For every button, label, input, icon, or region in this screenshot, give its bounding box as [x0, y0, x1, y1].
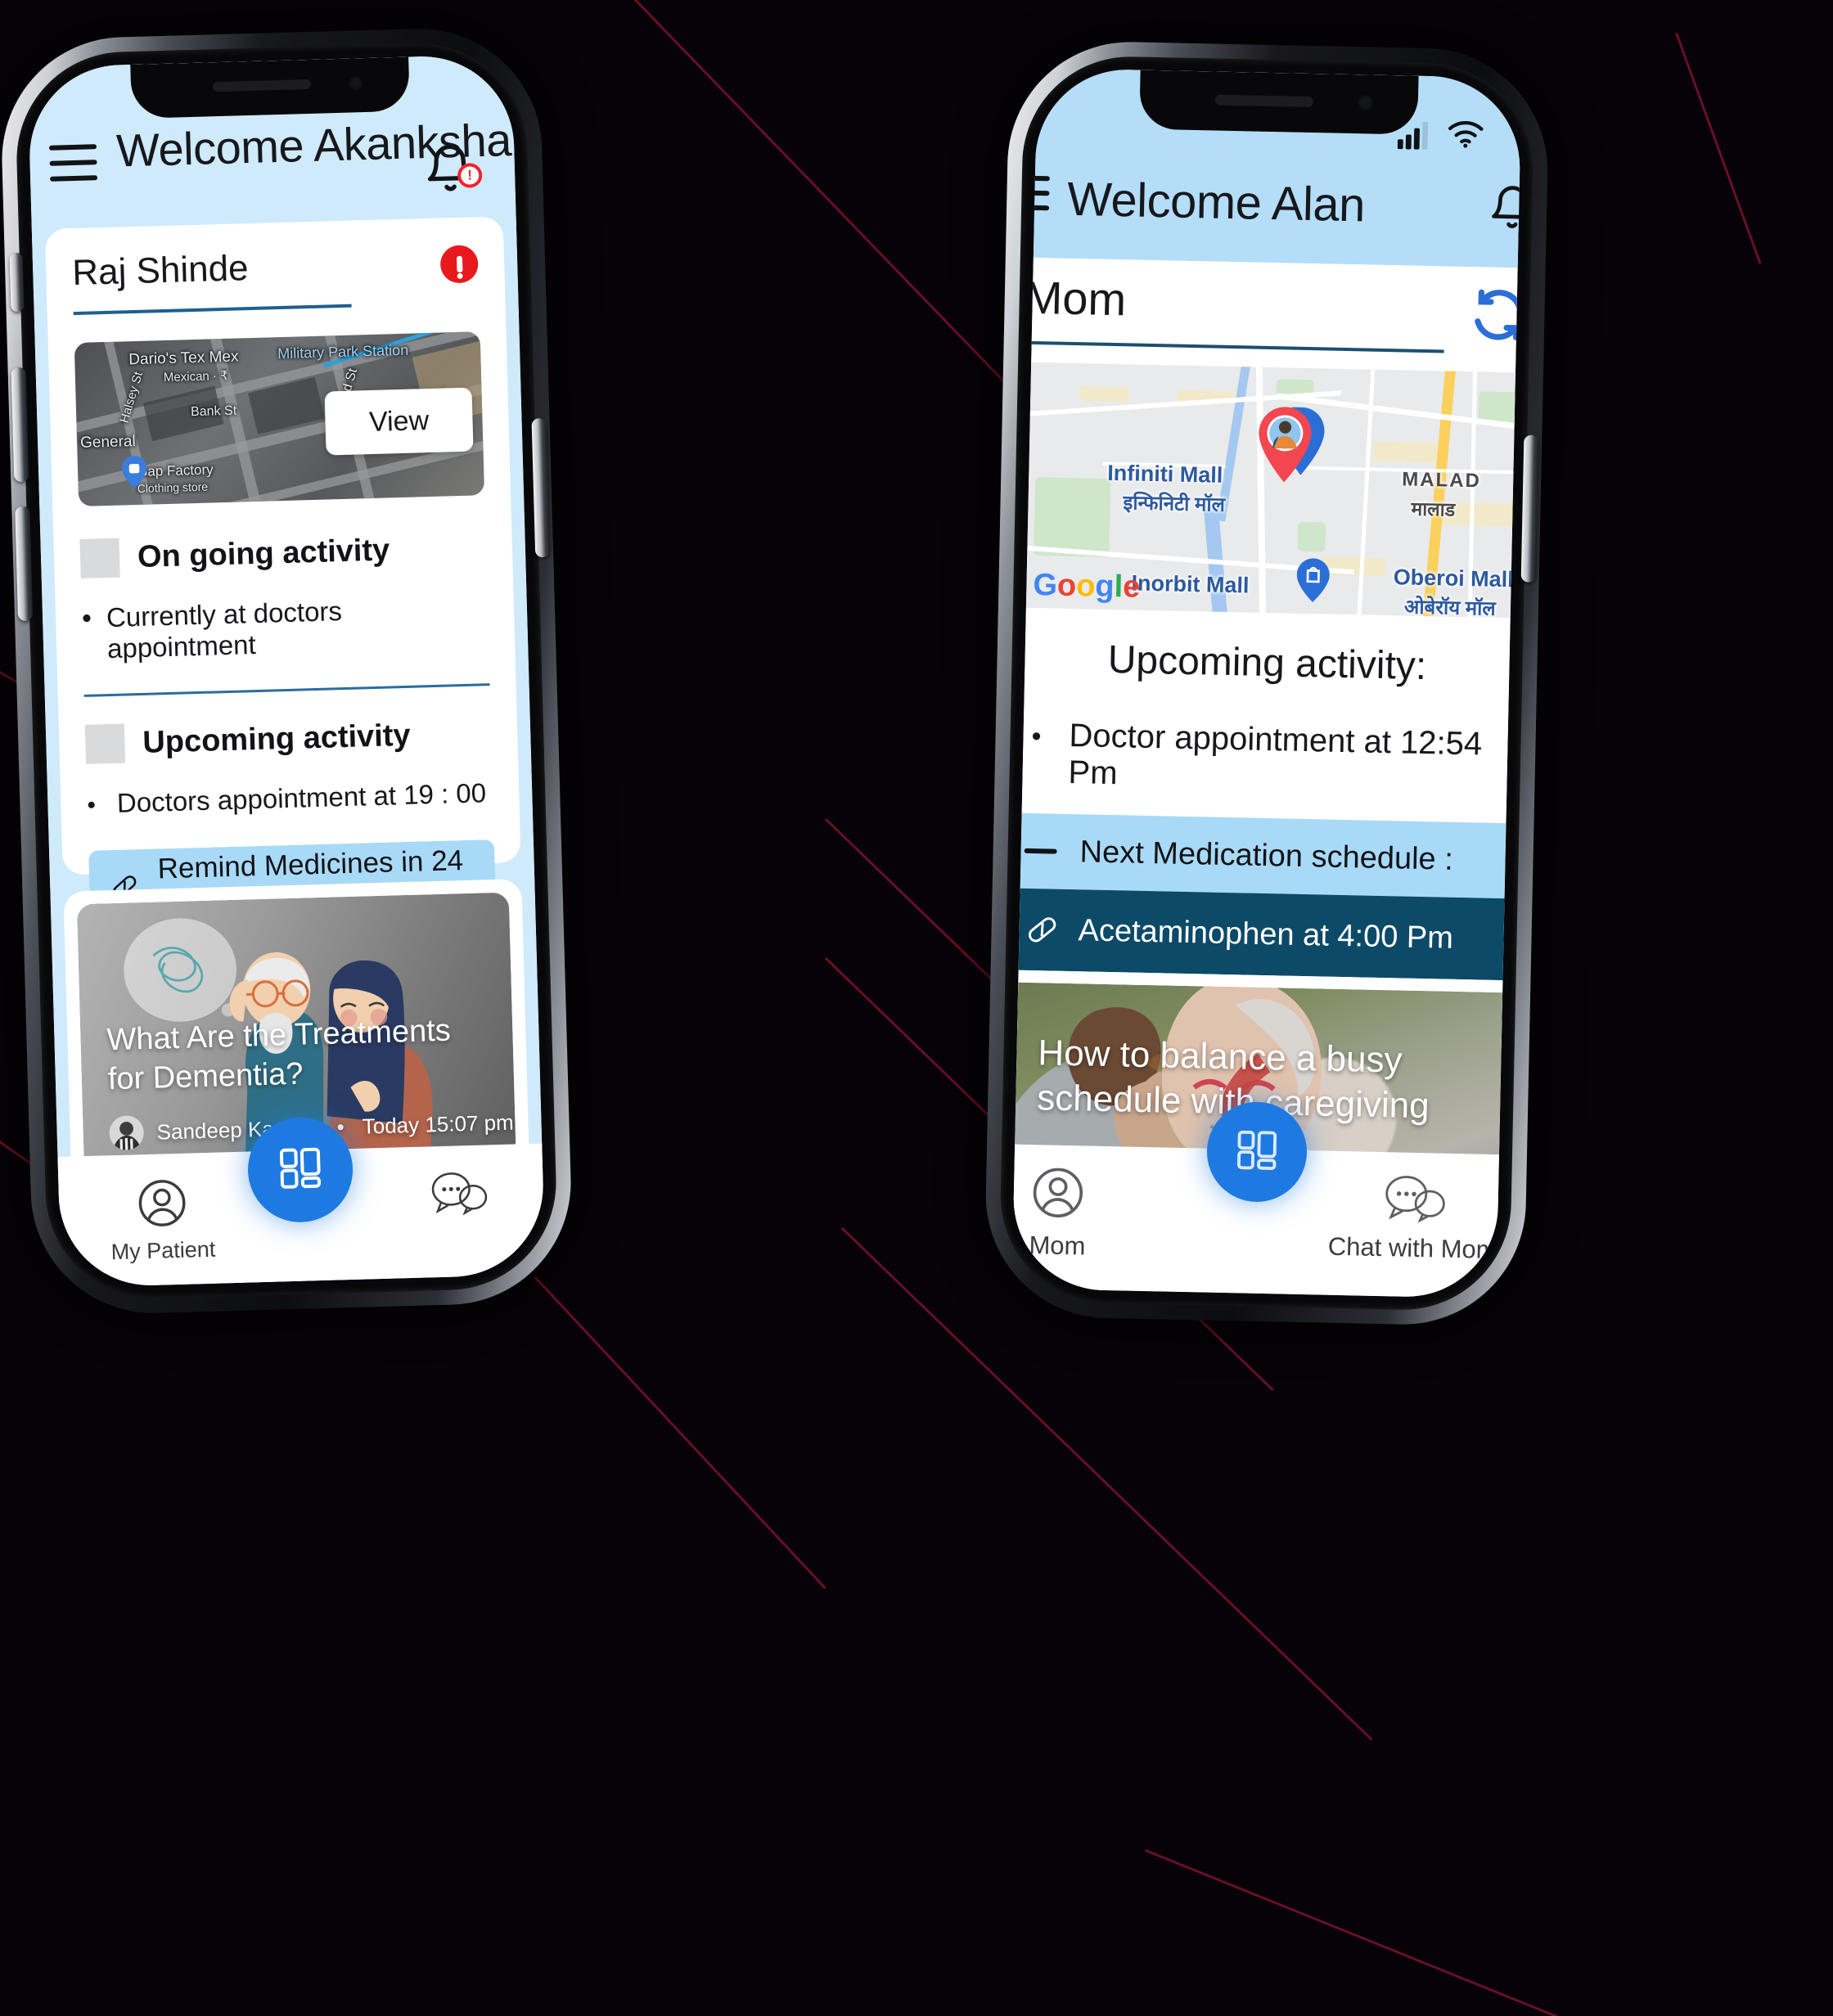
patient-name: Raj Shinde: [71, 248, 250, 294]
map-label-malad-hindi: मालाड: [1411, 495, 1455, 522]
screen-left: Welcome Akanksha ! Raj Shinde Dario's Te…: [27, 54, 546, 1288]
upcoming-activity-text: Doctor appointment at 12:54 Pm: [1068, 717, 1483, 792]
map-label-inorbit-mall: Inorbit Mall: [1131, 571, 1250, 599]
next-medication-bar[interactable]: Next Medication schedule :: [1020, 812, 1506, 899]
user-location-pin[interactable]: [1250, 403, 1331, 514]
bullet-dot: •: [1031, 720, 1042, 753]
upcoming-activity-text: Doctors appointment at 19 : 00: [116, 777, 487, 818]
map-label-oberoi-mall-hindi: ओबेरॉय मॉल: [1404, 593, 1496, 619]
section-marker-icon: [84, 723, 126, 764]
map-label-text: Oberoi Mall: [1393, 565, 1515, 592]
notch-right: [1139, 70, 1419, 135]
notification-bell-icon[interactable]: [1488, 182, 1522, 232]
google-attribution: Google: [1033, 567, 1141, 605]
map-label-oberoi-mall: Oberoi Mall: [1393, 565, 1514, 592]
nav-label: Chat with Mom: [1327, 1231, 1497, 1265]
map-label-text: MALAD: [1401, 468, 1482, 493]
upcoming-activity-item: • Doctor appointment at 12:54 Pm: [1022, 717, 1508, 800]
phone-left: Welcome Akanksha ! Raj Shinde Dario's Te…: [0, 25, 574, 1316]
map-label-sub: इन्फिनिटी मॉल: [1123, 492, 1226, 516]
article-time: Today 15:07 pm: [362, 1109, 515, 1139]
nav-chat-with-mom[interactable]: Chat with Mom: [1327, 1171, 1498, 1265]
section-marker-icon: [79, 538, 120, 578]
chat-bubbles-icon: [428, 1168, 489, 1221]
power-button-right[interactable]: [1520, 434, 1539, 583]
map-label-sub: ओबेरॉय मॉल: [1403, 596, 1496, 619]
map-label: General: [79, 433, 136, 452]
map-label-infiniti-mall: Infiniti Mall: [1107, 461, 1223, 488]
mall-poi-pin: [1296, 558, 1330, 607]
map-label: Clothing store: [137, 479, 209, 495]
next-medication-label: Next Medication schedule :: [1079, 834, 1454, 877]
map-label-infiniti-mall-hindi: इन्फिनिटी मॉल: [1123, 488, 1225, 518]
map-label-malad: MALAD: [1402, 468, 1481, 493]
upcoming-activity-title: Upcoming activity:: [1107, 637, 1427, 689]
medication-item-bar[interactable]: Acetaminophen at 4:00 Pm: [1018, 888, 1505, 981]
map-label-text: Infiniti Mall: [1107, 460, 1223, 488]
ongoing-activity-item: • Currently at doctors appointment: [82, 592, 489, 665]
nav-chat[interactable]: [428, 1168, 489, 1221]
dashboard-grid-icon: [275, 1142, 326, 1197]
patient-card[interactable]: Raj Shinde Dario's Tex Mex Mexican · ₹ M…: [44, 216, 521, 1000]
medication-item-label: Acetaminophen at 4:00 Pm: [1078, 912, 1454, 956]
nav-label: My Patient: [110, 1236, 216, 1265]
page-title: Welcome Alan: [1066, 172, 1366, 232]
section-divider: [83, 683, 490, 697]
front-camera-right: [1357, 94, 1375, 111]
wifi-icon: [1447, 119, 1485, 153]
nav-label: Mom: [1029, 1231, 1086, 1261]
hamburger-menu-icon[interactable]: [48, 144, 98, 182]
bullet-dot: •: [81, 602, 92, 634]
patient-selector-row[interactable]: Mom: [1016, 257, 1522, 373]
map-label: Military Park Station: [277, 341, 409, 362]
map-label: Mexican · ₹: [163, 368, 228, 385]
nav-mom[interactable]: Mom: [1029, 1164, 1087, 1261]
dashboard-grid-icon: [1232, 1126, 1281, 1178]
phone-right: Welcome Alan Mom Infiniti Mall इन्फिनिटी…: [983, 39, 1551, 1327]
author-avatar: [109, 1115, 145, 1151]
patient-field-underline: [1016, 340, 1444, 353]
ongoing-activity-header: On going activity: [79, 528, 486, 578]
person-circle-icon: [135, 1177, 189, 1235]
upcoming-activity-item: • Doctors appointment at 19 : 00: [87, 777, 493, 820]
earpiece-speaker-left: [212, 79, 312, 92]
cellular-signal-icon: [1397, 121, 1434, 154]
notch-left: [130, 56, 410, 119]
chat-bubbles-icon: [1381, 1172, 1446, 1228]
bullet-dot: •: [87, 791, 97, 819]
map-poi-pin: [122, 456, 147, 493]
screen-right: Welcome Alan Mom Infiniti Mall इन्फिनिटी…: [1011, 67, 1522, 1299]
nav-my-patient[interactable]: My Patient: [109, 1176, 216, 1266]
upcoming-activity-section: Upcoming activity: • Doctor appointment …: [1021, 607, 1511, 824]
alert-exclamation-icon[interactable]: [439, 245, 479, 284]
map-label-text: Inorbit Mall: [1131, 570, 1250, 598]
view-location-button[interactable]: View: [324, 387, 474, 456]
dash-icon: [1024, 848, 1057, 854]
map-label: Bank St: [190, 403, 237, 420]
location-map[interactable]: Infiniti Mall इन्फिनिटी मॉल MALAD मालाड …: [1025, 362, 1516, 619]
upcoming-activity-title: Upcoming activity: [142, 718, 412, 760]
map-label: Gap Factory: [136, 461, 214, 480]
mute-switch-left[interactable]: [9, 252, 25, 313]
upcoming-activity-header: Upcoming activity: [84, 713, 492, 764]
refresh-sync-icon[interactable]: [1469, 285, 1522, 349]
person-circle-icon: [1030, 1164, 1088, 1225]
pill-capsule-icon: [1024, 911, 1061, 948]
patient-name-value: Mom: [1024, 271, 1127, 326]
earpiece-speaker-right: [1214, 94, 1314, 108]
front-camera-left: [347, 75, 364, 92]
volume-up-left[interactable]: [11, 367, 29, 483]
ongoing-activity-text: Currently at doctors appointment: [106, 596, 343, 664]
notification-badge: !: [457, 163, 483, 188]
article-title: What Are the Treatments for Dementia?: [106, 1013, 452, 1096]
ongoing-activity-title: On going activity: [137, 532, 390, 574]
patient-name-underline: [73, 304, 352, 316]
map-label: Dario's Tex Mex: [128, 348, 239, 369]
map-label-sub: मालाड: [1411, 497, 1456, 520]
patient-location-map[interactable]: Dario's Tex Mex Mexican · ₹ Military Par…: [74, 331, 485, 507]
notification-bell-icon[interactable]: !: [422, 140, 483, 196]
